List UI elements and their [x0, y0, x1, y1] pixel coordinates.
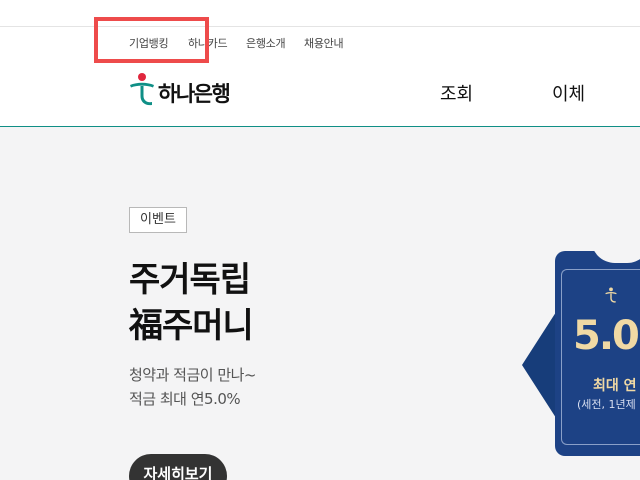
rate-ticket-graphic: 5.0 최대 연 (세전, 1년제 [555, 239, 640, 456]
hero-title-line2: 福주머니 [129, 306, 254, 346]
hero-title-line1: 주거독립 [129, 260, 251, 300]
hero-title: 주거독립 福주머니 [129, 257, 254, 349]
util-link-corporate-banking[interactable]: 기업뱅킹 [129, 35, 169, 51]
ticket-rate: 5.0 [573, 313, 640, 359]
ticket-ribbon [522, 309, 558, 421]
hero-desc-line1: 청약과 적금이 만나~ [129, 366, 257, 384]
ticket-label: 최대 연 [593, 378, 637, 394]
hana-logo-icon [130, 73, 154, 106]
logo-text: 하나은행 [158, 82, 231, 106]
gnb-item-transfer[interactable]: 이체 [552, 80, 585, 106]
util-link-bank-intro[interactable]: 은행소개 [246, 35, 286, 51]
main-header: 하나은행 조회 이체 [0, 62, 640, 127]
top-strip [0, 0, 640, 27]
hero-description: 청약과 적금이 만나~ 적금 최대 연5.0% [129, 363, 257, 411]
hero-banner: 이벤트 주거독립 福주머니 청약과 적금이 만나~ 적금 최대 연5.0% 자세… [0, 127, 640, 480]
ticket-notch [591, 239, 640, 263]
details-button[interactable]: 자세히보기 [129, 454, 227, 480]
utility-nav: 기업뱅킹 하나카드 은행소개 채용안내 [0, 27, 640, 59]
hana-mark-icon [605, 287, 617, 303]
hero-desc-line2: 적금 최대 연5.0% [129, 390, 241, 408]
gnb-item-inquiry[interactable]: 조회 [440, 80, 473, 106]
util-link-careers[interactable]: 채용안내 [304, 35, 344, 51]
util-link-hana-card[interactable]: 하나카드 [188, 35, 228, 51]
ticket-note: (세전, 1년제 [577, 398, 636, 411]
event-badge: 이벤트 [129, 207, 187, 233]
